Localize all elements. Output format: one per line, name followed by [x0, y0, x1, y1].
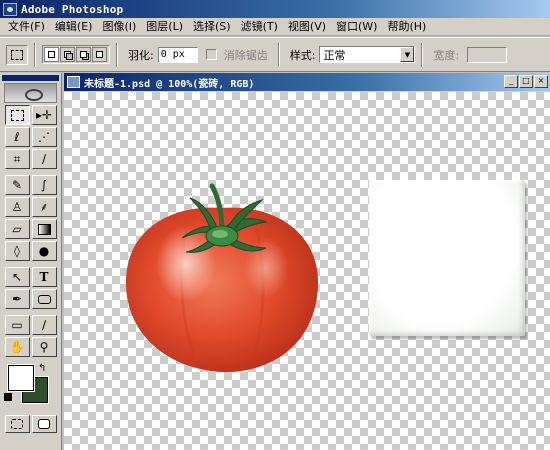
- app-title: Adobe Photoshop: [21, 2, 124, 16]
- move-tool-icon[interactable]: ▸✛: [31, 105, 57, 125]
- standard-mode-button[interactable]: [4, 415, 30, 433]
- menu-view[interactable]: 视图(V): [283, 19, 331, 35]
- chevron-down-icon[interactable]: ▼: [400, 47, 415, 62]
- maximize-button[interactable]: □: [519, 75, 533, 88]
- menu-window[interactable]: 窗口(W): [331, 19, 382, 35]
- antialias-label: 消除锯齿: [223, 48, 268, 62]
- new-selection-button[interactable]: [44, 47, 59, 62]
- document-icon: [67, 76, 80, 88]
- type-tool-icon[interactable]: T: [31, 267, 57, 287]
- history-brush-tool-icon[interactable]: ⸙: [31, 197, 57, 217]
- menu-help[interactable]: 帮助(H): [382, 19, 431, 35]
- options-separator: [421, 42, 424, 67]
- subtract-selection-icon-overlay: [80, 51, 87, 58]
- zoom-tool-icon[interactable]: ⚲: [31, 337, 57, 357]
- blur-tool-icon[interactable]: ◊: [4, 241, 30, 261]
- close-button[interactable]: ×: [534, 75, 548, 88]
- style-label: 样式:: [289, 48, 316, 62]
- menu-file[interactable]: 文件(F): [3, 19, 50, 35]
- rect-marquee-icon: [11, 49, 23, 60]
- quick-mask-mode-button[interactable]: [31, 415, 57, 433]
- document-title: 未标题-1.psd @ 100%(瓷砖, RGB): [84, 78, 255, 90]
- toolbox-titlebar[interactable]: [2, 75, 59, 81]
- options-separator: [116, 42, 118, 67]
- options-bar: 羽化: 0 px 消除锯齿 样式: 正常 ▼ 宽度:: [0, 37, 550, 72]
- photoshop-logo-icon: [3, 2, 17, 16]
- lasso-tool-icon[interactable]: ℓ: [4, 127, 30, 147]
- width-label: 宽度:: [433, 48, 460, 62]
- document-canvas[interactable]: [64, 92, 550, 450]
- eraser-tool-icon[interactable]: ▱: [4, 219, 30, 239]
- path-selection-tool-icon[interactable]: ↖: [4, 267, 30, 287]
- color-swatches: ↰: [0, 363, 61, 404]
- intersect-selection-button[interactable]: [92, 47, 107, 62]
- eye-logo-icon[interactable]: [4, 83, 57, 103]
- subtract-selection-button[interactable]: [76, 47, 91, 62]
- foreground-color-swatch[interactable]: [7, 364, 35, 392]
- menu-layer[interactable]: 图层(L): [141, 19, 188, 35]
- document-window: 未标题-1.psd @ 100%(瓷砖, RGB) _ □ ×: [64, 73, 550, 450]
- feather-label: 羽化:: [128, 48, 154, 62]
- add-selection-icon-overlay: [66, 53, 73, 60]
- slice-tool-icon[interactable]: ∕: [31, 149, 57, 169]
- minimize-button[interactable]: _: [504, 75, 518, 88]
- new-selection-icon: [48, 51, 55, 58]
- menu-edit[interactable]: 编辑(E): [50, 19, 98, 35]
- healing-brush-tool-icon[interactable]: ✎: [4, 175, 30, 195]
- magic-wand-tool-icon[interactable]: ⋰: [31, 127, 57, 147]
- antialias-checkbox[interactable]: [205, 49, 217, 60]
- gradient-tool-icon[interactable]: [31, 219, 57, 239]
- menu-select[interactable]: 选择(S): [188, 19, 236, 35]
- app-titlebar: Adobe Photoshop: [0, 0, 550, 18]
- intersect-selection-icon: [96, 51, 103, 58]
- quick-mask-icon: [38, 419, 50, 429]
- menu-filter[interactable]: 滤镜(T): [236, 19, 283, 35]
- add-selection-button[interactable]: [60, 47, 75, 62]
- toolbox: ▸✛ ℓ ⋰ ⌗ ∕ ✎ ∫ ♙ ⸙ ▱ ◊ ● ↖ T ✒ ▭ ∕ ✋ ⚲ ↰: [0, 73, 62, 450]
- tomato-image: [125, 183, 319, 373]
- menu-image[interactable]: 图像(I): [97, 19, 141, 35]
- style-select[interactable]: 正常 ▼: [319, 46, 416, 63]
- eyedropper-tool-icon[interactable]: ∕: [31, 315, 57, 335]
- window-controls: _ □ ×: [503, 75, 548, 88]
- tile-layer-image: [369, 180, 525, 336]
- shape-tool-icon[interactable]: [31, 289, 57, 309]
- feather-input[interactable]: 0 px: [157, 46, 198, 63]
- dodge-tool-icon[interactable]: ●: [31, 241, 57, 261]
- brush-tool-icon[interactable]: ∫: [31, 175, 57, 195]
- tool-preset-picker[interactable]: [6, 44, 28, 65]
- clone-stamp-tool-icon[interactable]: ♙: [4, 197, 30, 217]
- document-titlebar[interactable]: 未标题-1.psd @ 100%(瓷砖, RGB) _ □ ×: [64, 73, 550, 91]
- default-colors-icon[interactable]: [4, 393, 12, 401]
- standard-mode-icon: [11, 419, 23, 429]
- selection-mode-group: [42, 45, 110, 64]
- swap-colors-icon[interactable]: ↰: [38, 363, 46, 374]
- menubar: 文件(F) 编辑(E) 图像(I) 图层(L) 选择(S) 滤镜(T) 视图(V…: [0, 18, 550, 36]
- width-input[interactable]: [467, 46, 508, 63]
- notes-tool-icon[interactable]: ▭: [4, 315, 30, 335]
- crop-tool-icon[interactable]: ⌗: [4, 149, 30, 169]
- options-separator: [277, 42, 280, 67]
- pen-tool-icon[interactable]: ✒: [4, 289, 30, 309]
- hand-tool-icon[interactable]: ✋: [4, 337, 30, 357]
- style-select-value: 正常: [323, 48, 346, 62]
- options-separator: [34, 42, 36, 67]
- marquee-tool-icon[interactable]: [4, 105, 30, 125]
